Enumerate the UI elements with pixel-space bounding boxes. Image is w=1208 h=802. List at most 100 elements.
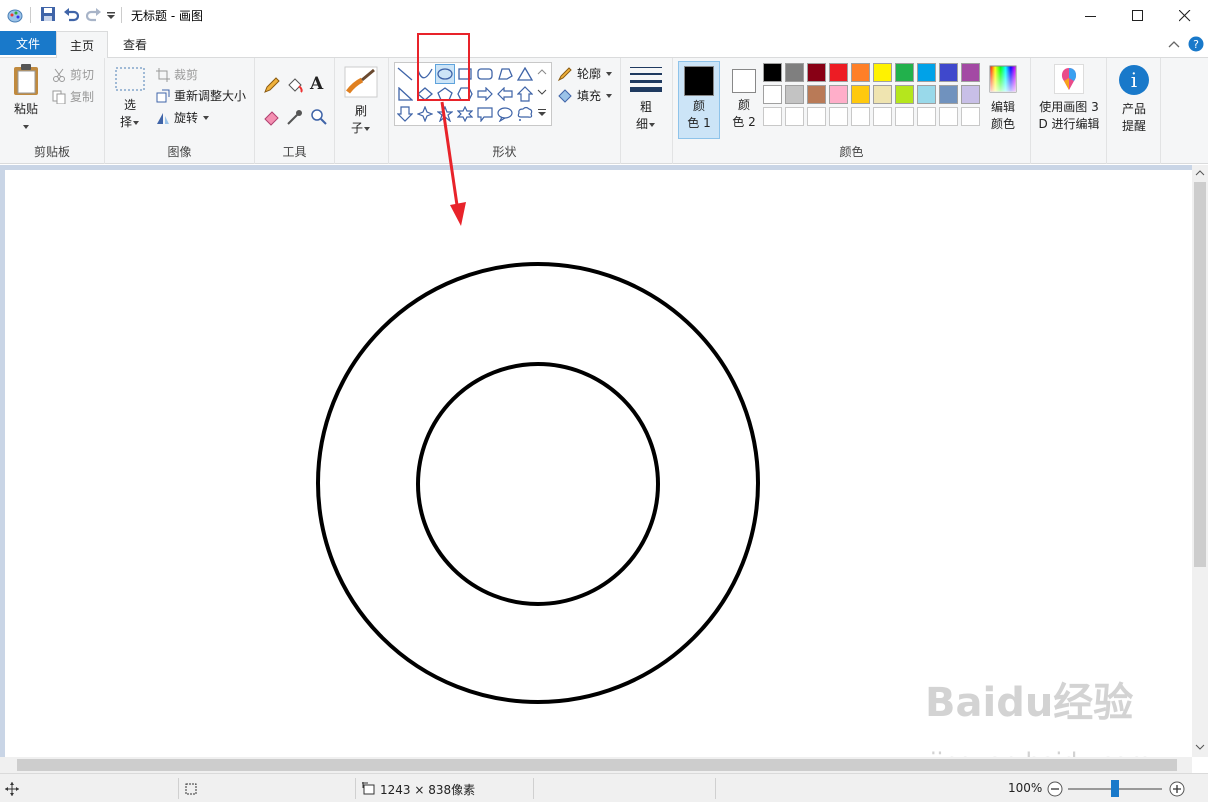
horizontal-scroll-thumb[interactable]	[17, 759, 1177, 771]
palette-swatch[interactable]	[807, 85, 826, 104]
shapes-scroll-down-icon[interactable]	[537, 88, 547, 96]
save-icon[interactable]	[40, 6, 56, 24]
horizontal-scrollbar[interactable]	[0, 757, 1192, 773]
shapes-more-icon[interactable]	[537, 108, 547, 118]
tab-file[interactable]: 文件	[0, 31, 56, 55]
palette-swatch[interactable]	[785, 85, 804, 104]
palette-swatch[interactable]	[763, 63, 782, 82]
palette-swatch[interactable]	[917, 63, 936, 82]
drawing-canvas[interactable]	[5, 170, 1192, 757]
custom-color-slot[interactable]	[873, 107, 892, 126]
vertical-scrollbar[interactable]	[1192, 165, 1208, 757]
rotate-button[interactable]: 旋转	[156, 109, 210, 126]
custom-color-slot[interactable]	[961, 107, 980, 126]
size-button[interactable]: 粗 细	[629, 66, 663, 133]
cloud-callout-shape[interactable]	[515, 104, 535, 124]
left-arrow-shape[interactable]	[495, 84, 515, 104]
vertical-scroll-thumb[interactable]	[1194, 182, 1206, 567]
pentagon-shape[interactable]	[435, 84, 455, 104]
maximize-button[interactable]	[1115, 0, 1161, 31]
four-point-star-shape[interactable]	[415, 104, 435, 124]
right-arrow-shape[interactable]	[475, 84, 495, 104]
oval-shape[interactable]	[435, 64, 455, 84]
custom-color-slot[interactable]	[939, 107, 958, 126]
palette-swatch[interactable]	[785, 63, 804, 82]
brushes-button[interactable]: 刷 子	[343, 66, 379, 137]
palette-swatch[interactable]	[895, 63, 914, 82]
paint-app-icon[interactable]	[6, 6, 26, 24]
palette-swatch[interactable]	[851, 85, 870, 104]
palette-swatch[interactable]	[961, 63, 980, 82]
polygon-shape[interactable]	[495, 64, 515, 84]
magnifier-icon[interactable]	[310, 108, 328, 126]
edit-colors-button[interactable]: 编辑 颜色	[983, 64, 1023, 133]
color1-button[interactable]: 颜 色 1	[678, 61, 720, 139]
fill-button[interactable]: 填充	[557, 87, 613, 104]
edit-with-paint3d-button[interactable]: 使用画图 3 D 进行编辑	[1033, 64, 1105, 133]
palette-swatch[interactable]	[895, 85, 914, 104]
zoom-in-icon[interactable]	[1169, 781, 1185, 797]
palette-swatch[interactable]	[829, 63, 848, 82]
text-tool-icon[interactable]: A	[310, 74, 323, 94]
palette-swatch[interactable]	[939, 63, 958, 82]
up-arrow-shape[interactable]	[515, 84, 535, 104]
palette-swatch[interactable]	[851, 63, 870, 82]
cut-button[interactable]: 剪切	[52, 66, 94, 83]
customize-quick-access-icon[interactable]	[106, 6, 116, 24]
undo-icon[interactable]	[63, 6, 79, 24]
custom-color-slot[interactable]	[829, 107, 848, 126]
scroll-down-icon[interactable]	[1195, 743, 1205, 751]
tab-home[interactable]: 主页	[56, 31, 108, 59]
down-arrow-shape[interactable]	[395, 104, 415, 124]
triangle-shape[interactable]	[515, 64, 535, 84]
rectangle-shape[interactable]	[455, 64, 475, 84]
select-button[interactable]: 选 择	[113, 66, 147, 131]
close-icon	[1179, 9, 1191, 21]
pencil-icon[interactable]	[263, 76, 281, 94]
tab-view[interactable]: 查看	[110, 31, 160, 58]
palette-swatch[interactable]	[807, 63, 826, 82]
rounded-rectangle-shape[interactable]	[475, 64, 495, 84]
custom-color-slot[interactable]	[785, 107, 804, 126]
palette-swatch[interactable]	[829, 85, 848, 104]
palette-swatch[interactable]	[961, 85, 980, 104]
palette-swatch[interactable]	[873, 63, 892, 82]
custom-color-slot[interactable]	[807, 107, 826, 126]
paste-button[interactable]: 粘贴	[6, 62, 46, 135]
minimize-button[interactable]	[1068, 0, 1114, 31]
help-icon[interactable]: ?	[1188, 36, 1204, 52]
zoom-slider-thumb[interactable]	[1111, 780, 1119, 797]
diamond-shape[interactable]	[415, 84, 435, 104]
oval-callout-shape[interactable]	[495, 104, 515, 124]
rectangular-callout-shape[interactable]	[475, 104, 495, 124]
copy-button[interactable]: 复制	[52, 88, 94, 105]
zoom-out-icon[interactable]	[1047, 781, 1063, 797]
shapes-scroll-up-icon[interactable]	[537, 68, 547, 76]
close-button[interactable]	[1162, 0, 1208, 31]
palette-swatch[interactable]	[939, 85, 958, 104]
palette-swatch[interactable]	[763, 85, 782, 104]
product-tips-button[interactable]: i 产品 提醒	[1115, 64, 1153, 135]
custom-color-slot[interactable]	[917, 107, 936, 126]
collapse-ribbon-icon[interactable]	[1168, 39, 1180, 49]
line-shape[interactable]	[395, 64, 415, 84]
eraser-icon[interactable]	[263, 108, 281, 126]
resize-button[interactable]: 重新调整大小	[156, 87, 246, 104]
right-triangle-shape[interactable]	[395, 84, 415, 104]
color-picker-icon[interactable]	[286, 108, 304, 126]
outline-button[interactable]: 轮廓	[557, 65, 613, 82]
custom-color-slot[interactable]	[763, 107, 782, 126]
custom-color-slot[interactable]	[895, 107, 914, 126]
redo-icon[interactable]	[86, 6, 102, 24]
palette-swatch[interactable]	[873, 85, 892, 104]
custom-color-slot[interactable]	[851, 107, 870, 126]
five-point-star-shape[interactable]	[435, 104, 455, 124]
curve-shape[interactable]	[415, 64, 435, 84]
crop-button[interactable]: 裁剪	[156, 66, 198, 83]
fill-bucket-icon[interactable]	[286, 76, 304, 94]
scroll-up-icon[interactable]	[1195, 169, 1205, 177]
palette-swatch[interactable]	[917, 85, 936, 104]
six-point-star-shape[interactable]	[455, 104, 475, 124]
color2-button[interactable]: 颜 色 2	[723, 61, 765, 139]
hexagon-shape[interactable]	[455, 84, 475, 104]
